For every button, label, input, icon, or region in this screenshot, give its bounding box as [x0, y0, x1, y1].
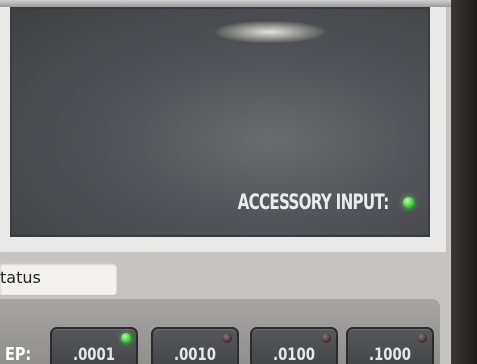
- step-button-0100[interactable]: .0100: [250, 327, 338, 364]
- screen-glare: [215, 21, 325, 43]
- step-button-0001[interactable]: .0001: [50, 327, 138, 364]
- display-screen: ACCESSORY INPUT:: [10, 7, 430, 237]
- led-indicator-icon: [321, 333, 331, 343]
- status-field: tatus: [0, 263, 117, 295]
- led-indicator-icon: [417, 333, 427, 343]
- led-indicator-icon: [121, 333, 131, 343]
- step-selector-bar: EP: .0001 .0010 .0100 .1000: [0, 299, 440, 364]
- accessory-input-led-icon: [403, 196, 414, 208]
- step-button-1000[interactable]: .1000: [346, 327, 434, 364]
- status-text: tatus: [0, 268, 41, 287]
- step-button-label: .0010: [174, 345, 216, 364]
- top-bezel: [0, 0, 477, 7]
- accessory-input-label: ACCESSORY INPUT:: [238, 190, 390, 214]
- led-indicator-icon: [222, 333, 232, 343]
- step-button-label: .1000: [369, 345, 411, 364]
- accessory-input-indicator: ACCESSORY INPUT:: [179, 190, 414, 214]
- display-frame: ACCESSORY INPUT:: [0, 7, 446, 252]
- step-button-0010[interactable]: .0010: [151, 327, 239, 364]
- step-button-label: .0100: [273, 345, 315, 364]
- step-button-label: .0001: [73, 345, 115, 364]
- step-label: EP:: [5, 344, 32, 364]
- right-bezel: [451, 0, 477, 364]
- control-panel: ACCESSORY INPUT: tatus EP: .0001 .0010 .…: [0, 7, 451, 364]
